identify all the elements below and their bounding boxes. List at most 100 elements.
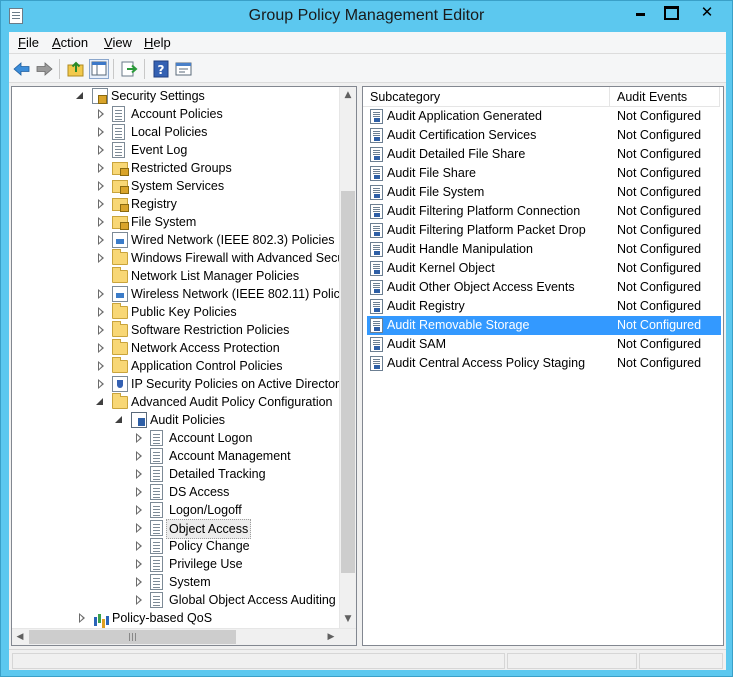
expand-icon[interactable] <box>98 325 105 335</box>
qos-chart-icon <box>93 610 109 626</box>
scroll-up-arrow-icon[interactable]: ▲ <box>340 87 356 104</box>
selected-tree-label: Object Access <box>166 519 252 539</box>
expand-icon[interactable] <box>136 559 143 569</box>
list-row[interactable]: Audit Central Access Policy Staging Not … <box>367 354 721 373</box>
list-row-selected[interactable]: Audit Removable Storage Not Configured <box>367 316 721 335</box>
expand-icon[interactable] <box>98 199 105 209</box>
back-icon[interactable] <box>12 59 32 79</box>
expand-icon[interactable] <box>136 541 143 551</box>
expand-icon[interactable] <box>136 487 143 497</box>
export-list-icon[interactable] <box>119 59 139 79</box>
audit-setting-icon <box>370 166 383 181</box>
expand-icon[interactable] <box>136 523 143 533</box>
expand-icon[interactable] <box>79 613 86 623</box>
audit-category-icon <box>150 448 163 464</box>
menu-action[interactable]: Action <box>52 35 88 50</box>
list-row[interactable]: Audit Filtering Platform Connection Not … <box>367 202 721 221</box>
status-segment <box>507 653 637 669</box>
expand-icon[interactable] <box>98 181 105 191</box>
expand-icon[interactable] <box>98 145 105 155</box>
collapse-icon[interactable] <box>115 416 123 424</box>
toolbar: ? <box>9 53 726 83</box>
scroll-down-arrow-icon[interactable]: ▼ <box>340 611 356 628</box>
audit-setting-icon <box>370 128 383 143</box>
ip-security-icon <box>112 376 128 392</box>
locked-folder-icon <box>112 198 129 212</box>
close-button[interactable]: ✕ <box>685 1 729 23</box>
list-row[interactable]: Audit Handle Manipulation Not Configured <box>367 240 721 259</box>
expand-icon[interactable] <box>98 289 105 299</box>
properties-icon[interactable] <box>174 59 194 79</box>
menu-help[interactable]: Help <box>144 35 171 50</box>
locked-folder-icon <box>112 162 129 176</box>
audit-category-icon <box>150 520 163 536</box>
audit-category-icon <box>150 538 163 554</box>
folder-icon <box>112 339 128 355</box>
audit-setting-icon <box>370 280 383 295</box>
minimize-button[interactable] <box>627 1 654 23</box>
expand-icon[interactable] <box>98 235 105 245</box>
expand-icon[interactable] <box>98 163 105 173</box>
list-row[interactable]: Audit Filtering Platform Packet Drop Not… <box>367 221 721 240</box>
column-header-audit-events[interactable]: Audit Events <box>610 87 720 107</box>
expand-icon[interactable] <box>98 109 105 119</box>
expand-icon[interactable] <box>136 433 143 443</box>
expand-icon[interactable] <box>98 361 105 371</box>
list-row[interactable]: Audit Kernel Object Not Configured <box>367 259 721 278</box>
details-pane[interactable]: Subcategory Audit Events Audit Applicati… <box>362 86 724 646</box>
scroll-left-arrow-icon[interactable]: ◀ <box>12 629 28 645</box>
list-row[interactable]: Audit Registry Not Configured <box>367 297 721 316</box>
list-row[interactable]: Audit Application Generated Not Configur… <box>367 107 721 126</box>
expand-icon[interactable] <box>98 307 105 317</box>
audit-category-icon <box>150 466 163 482</box>
folder-icon <box>112 249 128 265</box>
grip-icon <box>129 633 136 641</box>
tree-horizontal-scrollbar[interactable]: ◀ ▶ <box>12 628 356 645</box>
forward-icon[interactable] <box>34 59 54 79</box>
expand-icon[interactable] <box>136 577 143 587</box>
expand-icon[interactable] <box>136 451 143 461</box>
audit-setting-icon <box>370 147 383 162</box>
expand-icon[interactable] <box>98 343 105 353</box>
tree-pane[interactable]: Security Settings Account Policies Local… <box>11 86 357 646</box>
up-folder-icon[interactable] <box>66 59 86 79</box>
audit-category-icon <box>150 556 163 572</box>
column-header-subcategory[interactable]: Subcategory <box>363 87 610 107</box>
scroll-thumb[interactable] <box>29 630 236 644</box>
expand-icon[interactable] <box>136 595 143 605</box>
expand-icon[interactable] <box>98 253 105 263</box>
list-row[interactable]: Audit Detailed File Share Not Configured <box>367 145 721 164</box>
show-hide-tree-icon[interactable] <box>89 59 109 79</box>
expand-icon[interactable] <box>136 469 143 479</box>
audit-category-icon <box>150 574 163 590</box>
maximize-button[interactable] <box>656 1 683 23</box>
list-row[interactable]: Audit File Share Not Configured <box>367 164 721 183</box>
menu-view[interactable]: View <box>104 35 132 50</box>
list-row[interactable]: Audit SAM Not Configured <box>367 335 721 354</box>
title-bar[interactable]: Group Policy Management Editor ✕ <box>1 1 732 31</box>
list-row[interactable]: Audit Other Object Access Events Not Con… <box>367 278 721 297</box>
menu-bar: File Action View Help <box>9 32 726 53</box>
list-row[interactable]: Audit File System Not Configured <box>367 183 721 202</box>
locked-folder-icon <box>112 180 129 194</box>
expand-icon[interactable] <box>136 505 143 515</box>
scroll-thumb[interactable] <box>341 191 355 573</box>
folder-icon <box>112 303 128 319</box>
security-settings-icon <box>92 88 108 104</box>
audit-category-icon <box>150 592 163 608</box>
expand-icon[interactable] <box>98 379 105 389</box>
toolbar-separator <box>144 59 145 79</box>
audit-setting-icon <box>370 337 383 352</box>
help-icon[interactable]: ? <box>151 59 171 79</box>
scroll-right-arrow-icon[interactable]: ▶ <box>323 629 339 645</box>
folder-icon <box>112 321 128 337</box>
audit-setting-icon <box>370 299 383 314</box>
collapse-icon[interactable] <box>76 92 84 100</box>
expand-icon[interactable] <box>98 127 105 137</box>
tree-vertical-scrollbar[interactable]: ▲ ▼ <box>339 87 356 628</box>
audit-setting-icon <box>370 185 383 200</box>
collapse-icon[interactable] <box>96 398 104 406</box>
menu-file[interactable]: File <box>18 35 39 50</box>
expand-icon[interactable] <box>98 217 105 227</box>
list-row[interactable]: Audit Certification Services Not Configu… <box>367 126 721 145</box>
